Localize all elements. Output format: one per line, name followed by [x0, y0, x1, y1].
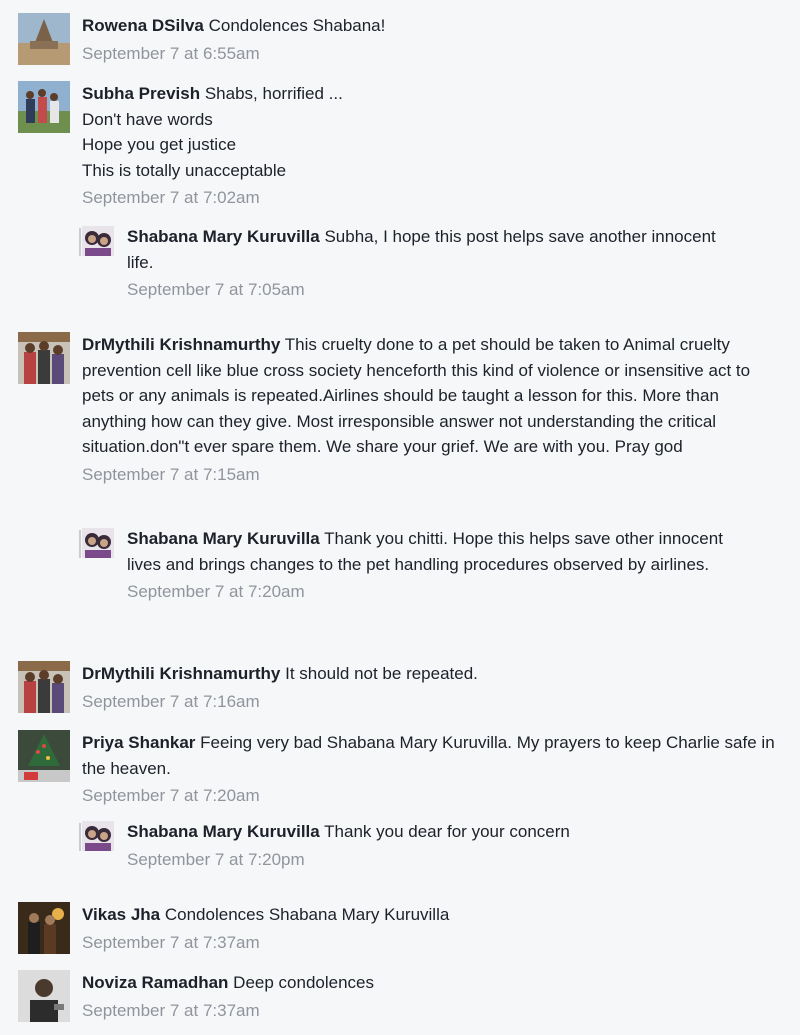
person-photo-avatar[interactable]: [18, 970, 70, 1022]
couple-photo-avatar[interactable]: [82, 528, 114, 558]
comment-text: It should not be repeated.: [285, 664, 478, 683]
reply-author[interactable]: Shabana Mary Kuruvilla: [127, 227, 320, 246]
family-photo-avatar[interactable]: [18, 81, 70, 133]
comment-timestamp[interactable]: September 7 at 6:55am: [82, 43, 778, 65]
christmas-tree-avatar[interactable]: [18, 730, 70, 782]
comment-timestamp[interactable]: September 7 at 7:02am: [82, 187, 778, 209]
group-photo-avatar[interactable]: [18, 661, 70, 713]
comment-timestamp[interactable]: September 7 at 7:15am: [82, 464, 778, 486]
reply-thread-line: [79, 530, 81, 558]
reply-timestamp[interactable]: September 7 at 7:05am: [127, 279, 742, 301]
reply-author[interactable]: Shabana Mary Kuruvilla: [127, 822, 320, 841]
comment-author[interactable]: Noviza Ramadhan: [82, 973, 228, 992]
comment-author[interactable]: DrMythili Krishnamurthy: [82, 335, 280, 354]
comment-text: Deep condolences: [233, 973, 374, 992]
comment-author[interactable]: Priya Shankar: [82, 733, 195, 752]
couple-photo-avatar[interactable]: [82, 226, 114, 256]
reply-thread-line: [79, 823, 81, 851]
comment-timestamp[interactable]: September 7 at 7:37am: [82, 932, 778, 954]
couple-photo-avatar[interactable]: [82, 821, 114, 851]
comment-timestamp[interactable]: September 7 at 7:37am: [82, 1000, 778, 1022]
reply-timestamp[interactable]: September 7 at 7:20am: [127, 581, 742, 603]
comment-timestamp[interactable]: September 7 at 7:20am: [82, 785, 778, 807]
group-photo-avatar[interactable]: [18, 332, 70, 384]
comment-timestamp[interactable]: September 7 at 7:16am: [82, 691, 778, 713]
reply-author[interactable]: Shabana Mary Kuruvilla: [127, 529, 320, 548]
reply-text: Thank you dear for your concern: [324, 822, 570, 841]
reply-timestamp[interactable]: September 7 at 7:20pm: [127, 849, 742, 871]
comment-text: Condolences Shabana!: [208, 16, 386, 35]
temple-photo-avatar[interactable]: [18, 13, 70, 65]
comment-text: Condolences Shabana Mary Kuruvilla: [164, 905, 450, 924]
reply-thread-line: [79, 228, 81, 256]
night-photo-avatar[interactable]: [18, 902, 70, 954]
comment-author[interactable]: Rowena DSilva: [82, 16, 204, 35]
comment-author[interactable]: Vikas Jha: [82, 905, 160, 924]
comment-author[interactable]: DrMythili Krishnamurthy: [82, 664, 280, 683]
comment-author[interactable]: Subha Prevish: [82, 84, 200, 103]
